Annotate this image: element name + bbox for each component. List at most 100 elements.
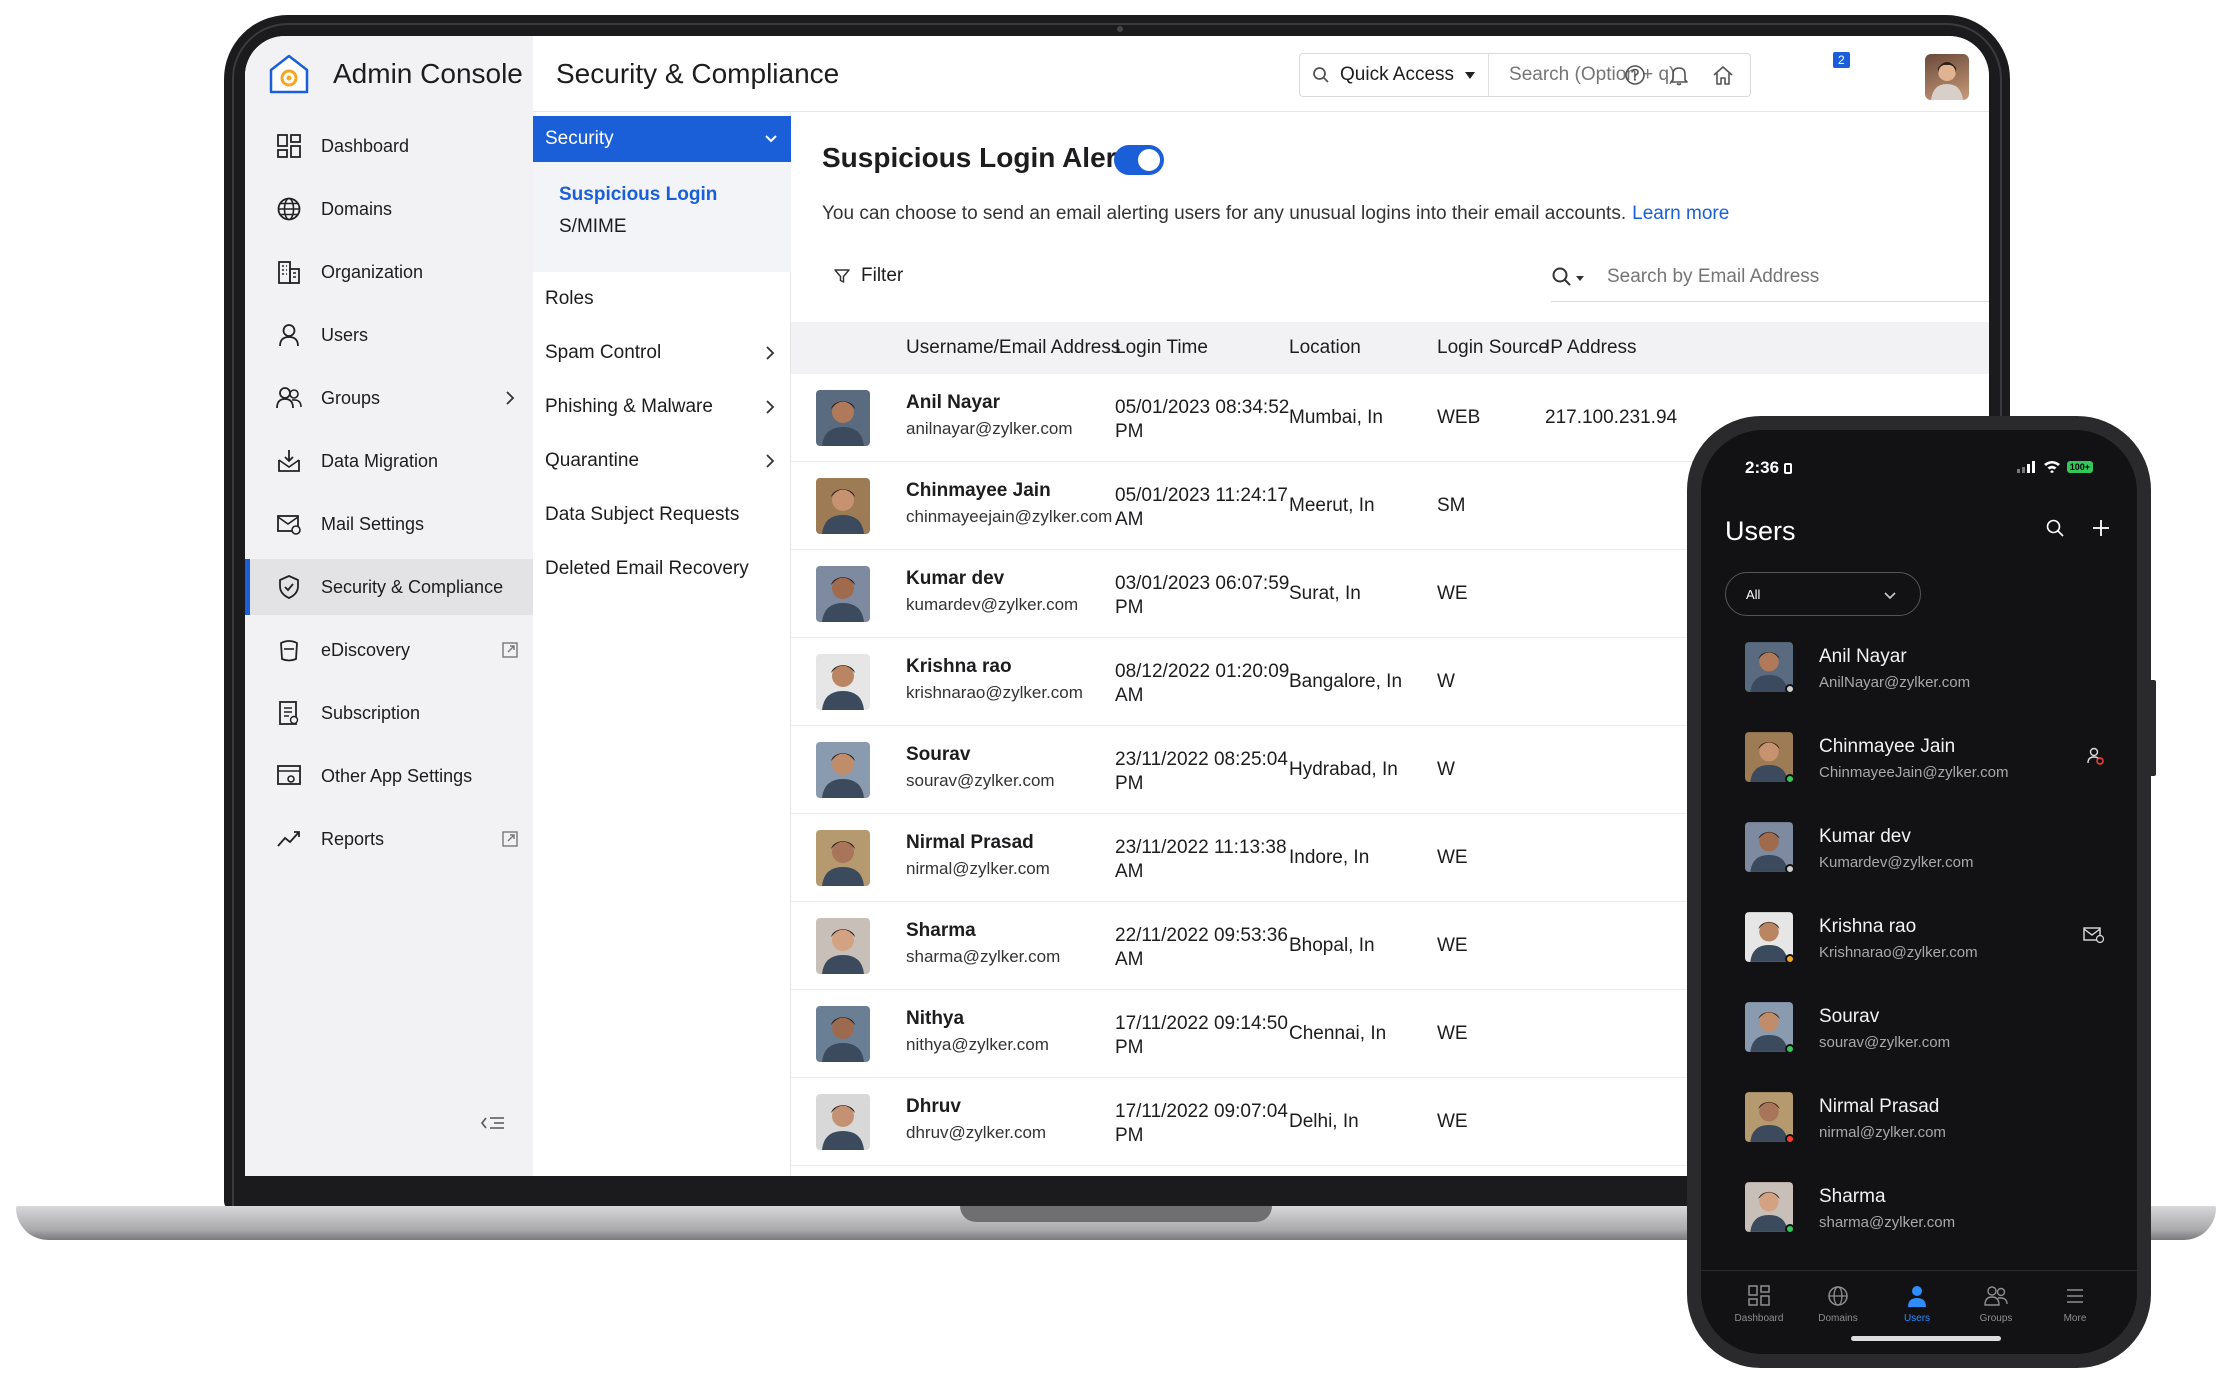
column-username[interactable]: Username/Email Address: [906, 337, 1120, 359]
tab-users[interactable]: Users: [1877, 1283, 1957, 1324]
user-avatar: [816, 1094, 870, 1150]
tab-dashboard[interactable]: Dashboard: [1719, 1283, 1799, 1324]
phone-user-row[interactable]: Chinmayee Jain ChinmayeeJain@zylker.com: [1701, 716, 2137, 806]
sidebar-item-reports[interactable]: Reports: [245, 811, 533, 867]
page-title: Security & Compliance: [556, 58, 840, 89]
add-icon[interactable]: [2091, 518, 2111, 538]
profile-avatar[interactable]: [1925, 54, 1969, 100]
user-avatar: [816, 742, 870, 798]
content-description: You can choose to send an email alerting…: [822, 203, 1729, 225]
subnav-deleted-email-recovery[interactable]: Deleted Email Recovery: [545, 558, 779, 580]
alerts-toggle[interactable]: [1114, 145, 1164, 175]
caret-down-icon: [1465, 72, 1476, 79]
notification-badge: 2: [1833, 52, 1850, 68]
subnav-roles[interactable]: Roles: [545, 288, 779, 310]
subnav-suspicious-login[interactable]: Suspicious Login: [559, 184, 717, 206]
email-search-input[interactable]: [1607, 265, 1937, 288]
sidebar-item-subscription[interactable]: Subscription: [245, 685, 533, 741]
subnav-smime[interactable]: S/MIME: [559, 216, 627, 238]
user-avatar: [816, 830, 870, 886]
phone-user-row[interactable]: Nirmal Prasad nirmal@zylker.com: [1701, 1076, 2137, 1166]
sidebar-item-label: Domains: [321, 198, 393, 219]
subnav-phishing-malware[interactable]: Phishing & Malware: [545, 396, 779, 418]
login-time: 05/01/2023 08:34:52 PM: [1115, 396, 1315, 444]
search-icon[interactable]: [1551, 266, 1587, 288]
login-source: WE: [1437, 847, 1468, 868]
chevron-right-icon: [761, 452, 779, 476]
column-login-source[interactable]: Login Source: [1437, 337, 1549, 359]
login-time-period: PM: [1115, 421, 1144, 442]
external-link-icon[interactable]: [501, 641, 519, 659]
login-source: W: [1437, 671, 1455, 692]
user-name: Sharma: [906, 920, 976, 941]
login-time-date: 05/01/2023 11:24:17: [1115, 485, 1288, 506]
tab-label: Domains: [1818, 1313, 1858, 1324]
help-icon[interactable]: [1620, 60, 1650, 90]
mail-block-icon[interactable]: [2083, 926, 2105, 949]
subnav-item-label: Phishing & Malware: [545, 396, 713, 417]
phone-user-name: Anil Nayar: [1819, 646, 1907, 667]
quick-access-label: Quick Access: [1340, 64, 1455, 85]
sidebar-item-label: Subscription: [321, 702, 421, 723]
subnav-data-subject-requests[interactable]: Data Subject Requests: [545, 504, 779, 526]
phone-screen: 2:36 100+ Users All Anil Nayar AnilNayar@…: [1701, 430, 2137, 1354]
laptop-notch: [960, 1206, 1272, 1222]
group-icon: [275, 384, 303, 412]
user-email: nithya@zylker.com: [906, 1035, 1049, 1054]
user-name: Sourav: [906, 744, 971, 765]
home-icon[interactable]: [1708, 60, 1738, 90]
sidebar-item-security-compliance[interactable]: Security & Compliance: [245, 559, 533, 615]
phone-user-row[interactable]: Krishna rao Krishnarao@zylker.com: [1701, 896, 2137, 986]
sidebar-item-other-app-settings[interactable]: Other App Settings: [245, 748, 533, 804]
subnav-spam-control[interactable]: Spam Control: [545, 342, 779, 364]
phone-user-row[interactable]: Kumar dev Kumardev@zylker.com: [1701, 806, 2137, 896]
tab-more[interactable]: More: [2035, 1283, 2115, 1324]
notification-bell-icon[interactable]: [1664, 60, 1694, 90]
phone-user-email: nirmal@zylker.com: [1819, 1124, 1946, 1141]
filter-label: Filter: [861, 265, 904, 286]
collapse-sidebar-icon[interactable]: [480, 1112, 508, 1136]
user-block-icon[interactable]: [2085, 746, 2105, 771]
search-icon[interactable]: [2045, 518, 2065, 538]
tab-domains[interactable]: Domains: [1798, 1283, 1878, 1324]
subnav-quarantine[interactable]: Quarantine: [545, 450, 779, 472]
sidebar-item-groups[interactable]: Groups: [245, 370, 533, 426]
chevron-right-icon[interactable]: [501, 389, 519, 407]
sidebar-item-ediscovery[interactable]: eDiscovery: [245, 622, 533, 678]
phone: 2:36 100+ Users All Anil Nayar AnilNayar@…: [1687, 416, 2151, 1368]
phone-filter-dropdown[interactable]: All: [1725, 572, 1921, 616]
tab-groups[interactable]: Groups: [1956, 1283, 2036, 1324]
email-search: [1551, 252, 1989, 302]
filter-button[interactable]: Filter: [833, 265, 903, 287]
subnav-item-label: Data Subject Requests: [545, 504, 740, 525]
phone-user-row[interactable]: Sharma sharma@zylker.com: [1701, 1166, 2137, 1256]
user-icon: [1904, 1283, 1930, 1309]
column-location[interactable]: Location: [1289, 337, 1361, 359]
login-time-date: 05/01/2023 08:34:52: [1115, 397, 1290, 418]
external-link-icon[interactable]: [501, 830, 519, 848]
quick-access-dropdown[interactable]: Quick Access: [1300, 54, 1490, 96]
column-ip-address[interactable]: IP Address: [1545, 337, 1637, 359]
phone-user-row[interactable]: Anil Nayar AnilNayar@zylker.com: [1701, 626, 2137, 716]
security-section-header[interactable]: Security: [533, 116, 791, 162]
presence-status-dot: [1785, 1224, 1795, 1234]
login-time: 17/11/2022 09:07:04 PM: [1115, 1100, 1315, 1148]
phone-user-email: Kumardev@zylker.com: [1819, 854, 1974, 871]
sidebar-item-users[interactable]: Users: [245, 307, 533, 363]
sidebar-item-domains[interactable]: Domains: [245, 181, 533, 237]
login-location: Chennai, In: [1289, 1023, 1387, 1044]
admin-logo-icon: [269, 54, 309, 94]
user-email: krishnarao@zylker.com: [906, 683, 1083, 702]
column-login-time[interactable]: Login Time: [1115, 337, 1208, 359]
phone-user-row[interactable]: Sourav sourav@zylker.com: [1701, 986, 2137, 1076]
sidebar-item-organization[interactable]: Organization: [245, 244, 533, 300]
learn-more-link[interactable]: Learn more: [1632, 203, 1729, 224]
globe-icon: [1825, 1283, 1851, 1309]
sidebar-item-data-migration[interactable]: Data Migration: [245, 433, 533, 489]
security-subnav: Security Suspicious Login S/MIME Roles Sp…: [533, 112, 791, 1176]
global-search-input[interactable]: [1489, 64, 1740, 86]
sidebar-item-mail-settings[interactable]: Mail Settings: [245, 496, 533, 552]
top-header: Admin Console Security & Compliance Quic…: [245, 36, 1989, 112]
sidebar-item-dashboard[interactable]: Dashboard: [245, 118, 533, 174]
brand[interactable]: Admin Console: [245, 36, 533, 112]
